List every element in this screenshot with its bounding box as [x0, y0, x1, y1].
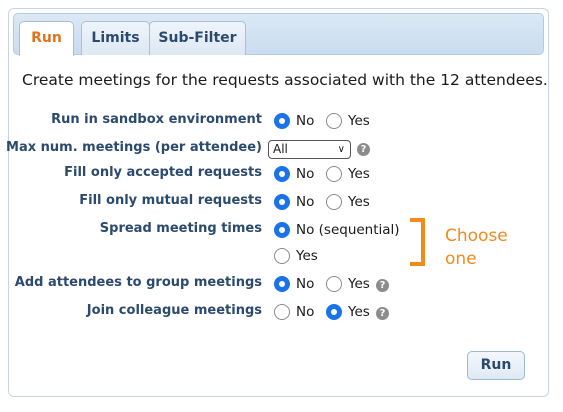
- group-no-option[interactable]: No: [274, 276, 314, 292]
- max-meetings-select[interactable]: All ∨: [268, 140, 351, 159]
- group-yes-label: Yes: [348, 276, 370, 292]
- sandbox-no-option[interactable]: No: [274, 113, 314, 129]
- colleague-yes-label: Yes: [348, 304, 370, 320]
- mutual-no-label: No: [296, 194, 315, 210]
- mutual-yes-label: Yes: [348, 194, 370, 210]
- sandbox-no-radio[interactable]: [274, 113, 290, 129]
- sandbox-label: Run in sandbox environment: [51, 112, 262, 127]
- help-icon[interactable]: ?: [376, 307, 389, 320]
- run-button[interactable]: Run: [467, 351, 525, 380]
- tab-sub-filter[interactable]: Sub-Filter: [149, 21, 246, 55]
- group-no-radio[interactable]: [274, 276, 290, 292]
- group-yes-option[interactable]: Yes: [326, 276, 370, 292]
- help-icon[interactable]: ?: [376, 279, 389, 292]
- accepted-yes-option[interactable]: Yes: [326, 166, 370, 182]
- accepted-label: Fill only accepted requests: [64, 165, 262, 180]
- spread-no-label: No (sequential): [296, 222, 400, 238]
- annotation-bracket: [410, 218, 425, 266]
- mutual-yes-option[interactable]: Yes: [326, 194, 370, 210]
- colleague-no-radio[interactable]: [274, 304, 290, 320]
- spread-yes-label: Yes: [296, 248, 318, 264]
- tab-run[interactable]: Run: [19, 21, 74, 56]
- spread-yes-radio[interactable]: [274, 248, 290, 264]
- colleague-no-option[interactable]: No: [274, 304, 314, 320]
- accepted-yes-label: Yes: [348, 166, 370, 182]
- group-label: Add attendees to group meetings: [14, 275, 262, 290]
- annotation-text: Choose one: [445, 225, 508, 271]
- sandbox-yes-option[interactable]: Yes: [326, 113, 370, 129]
- mutual-no-radio[interactable]: [274, 194, 290, 210]
- max-meetings-value: All: [273, 142, 288, 156]
- colleague-yes-radio[interactable]: [326, 304, 342, 320]
- max-meetings-label: Max num. meetings (per attendee): [6, 140, 262, 155]
- spread-no-option[interactable]: No (sequential): [274, 222, 400, 238]
- colleague-yes-option[interactable]: Yes: [326, 304, 370, 320]
- spread-no-radio[interactable]: [274, 222, 290, 238]
- group-no-label: No: [296, 276, 315, 292]
- tab-bar: Run Limits Sub-Filter: [13, 13, 544, 56]
- group-yes-radio[interactable]: [326, 276, 342, 292]
- mutual-no-option[interactable]: No: [274, 194, 314, 210]
- help-icon[interactable]: ?: [357, 143, 370, 156]
- chevron-down-icon: ∨: [337, 144, 345, 155]
- colleague-no-label: No: [296, 304, 315, 320]
- spread-label: Spread meeting times: [99, 221, 262, 236]
- mutual-yes-radio[interactable]: [326, 194, 342, 210]
- accepted-no-label: No: [296, 166, 315, 182]
- sandbox-yes-label: Yes: [348, 113, 370, 129]
- accepted-no-option[interactable]: No: [274, 166, 314, 182]
- accepted-no-radio[interactable]: [274, 166, 290, 182]
- intro-text: Create meetings for the requests associa…: [22, 71, 548, 89]
- accepted-yes-radio[interactable]: [326, 166, 342, 182]
- colleague-label: Join colleague meetings: [86, 303, 262, 318]
- sandbox-yes-radio[interactable]: [326, 113, 342, 129]
- sandbox-no-label: No: [296, 113, 315, 129]
- spread-yes-option[interactable]: Yes: [274, 248, 318, 264]
- tab-limits[interactable]: Limits: [81, 21, 150, 55]
- mutual-label: Fill only mutual requests: [79, 193, 262, 208]
- annotation-line-2: one: [445, 249, 477, 269]
- annotation-line-1: Choose: [445, 226, 508, 246]
